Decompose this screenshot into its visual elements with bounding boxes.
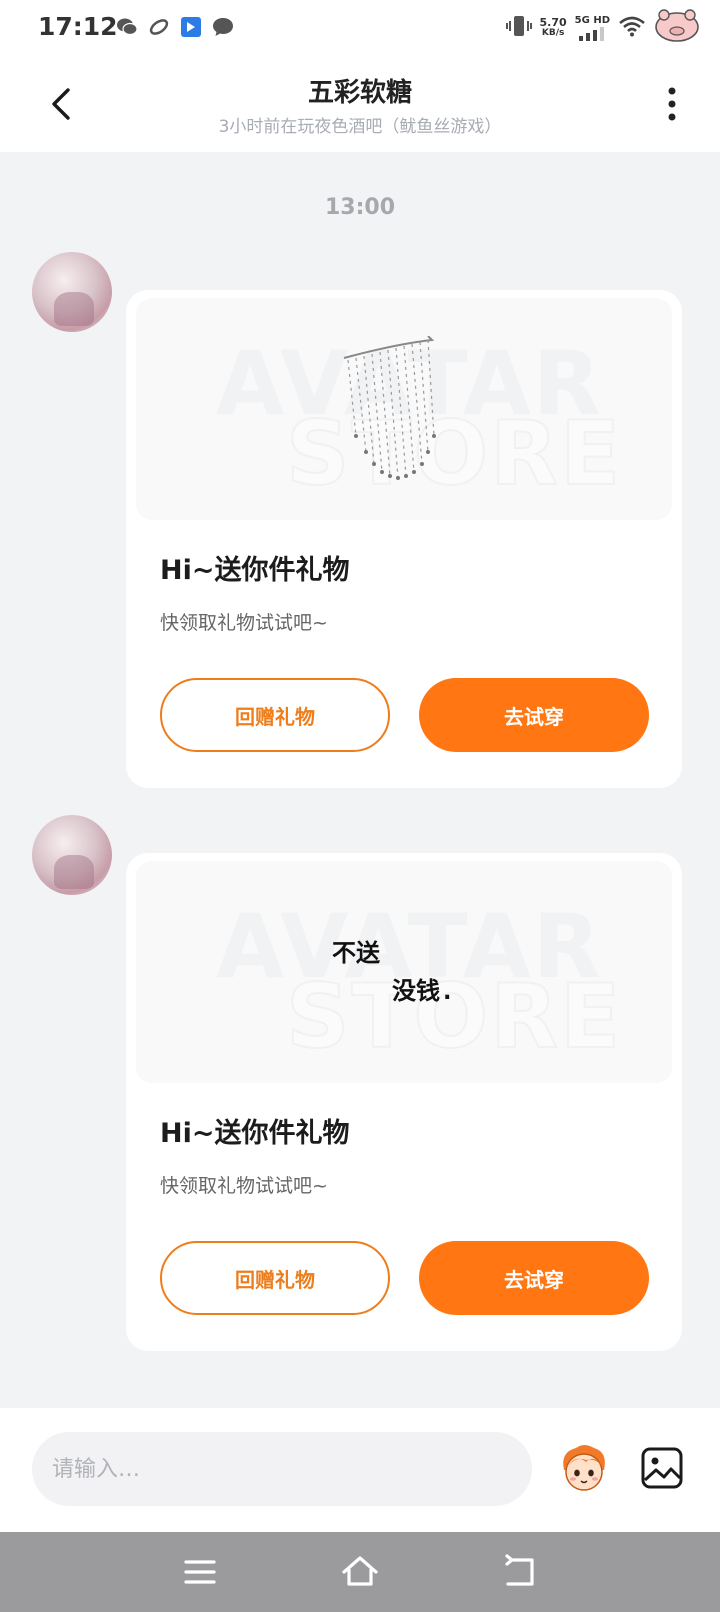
return-gift-button[interactable]: 回赠礼物 bbox=[160, 1241, 390, 1315]
wifi-icon bbox=[618, 15, 646, 41]
wechat-icon bbox=[116, 16, 138, 38]
gift-card: AVATAR STORE 不送 没钱. Hi~送你件礼物 快领取礼物试试吧~ 回… bbox=[126, 853, 682, 1351]
input-bar bbox=[0, 1408, 720, 1532]
image-icon bbox=[641, 1447, 683, 1489]
return-gift-button[interactable]: 回赠礼物 bbox=[160, 678, 390, 752]
back-nav-button[interactable] bbox=[498, 1550, 542, 1594]
net-speed-unit: KB/s bbox=[541, 28, 565, 38]
page-subtitle: 3小时前在玩夜色酒吧（鱿鱼丝游戏） bbox=[218, 117, 502, 137]
system-nav-bar bbox=[0, 1532, 720, 1612]
status-bar: 17:12 5.70 KB/s 5G HD bbox=[0, 0, 720, 56]
menu-button[interactable] bbox=[178, 1550, 222, 1594]
card-desc: 快领取礼物试试吧~ bbox=[160, 1175, 328, 1197]
chat-time-divider: 13:00 bbox=[324, 195, 396, 220]
emoji-button[interactable] bbox=[556, 1440, 612, 1496]
home-icon bbox=[342, 1556, 378, 1586]
network-type: 5G HD bbox=[574, 15, 610, 26]
tassel-veil-image bbox=[343, 336, 436, 480]
more-vertical-icon bbox=[668, 87, 676, 121]
status-app-icons bbox=[116, 16, 234, 38]
vibrate-icon bbox=[505, 14, 532, 42]
status-time: 17:12 bbox=[38, 12, 118, 41]
gift-image: AVATAR STORE 不送 没钱. bbox=[136, 861, 672, 1083]
avatar[interactable] bbox=[32, 252, 112, 332]
message-input[interactable] bbox=[32, 1432, 532, 1506]
image-button[interactable] bbox=[640, 1446, 684, 1490]
message-app-icon bbox=[212, 16, 234, 38]
card-title: Hi~送你件礼物 bbox=[160, 1118, 350, 1149]
link-app-icon bbox=[148, 16, 170, 38]
try-on-button[interactable]: 去试穿 bbox=[419, 1241, 649, 1315]
signal: 5G HD bbox=[575, 15, 610, 41]
avatar[interactable] bbox=[32, 815, 112, 895]
status-right: 5.70 KB/s 5G HD bbox=[505, 9, 700, 47]
gift-image: AVATAR STORE bbox=[136, 298, 672, 520]
signal-icon bbox=[579, 27, 605, 41]
card-title: Hi~送你件礼物 bbox=[160, 555, 350, 586]
mail-app-icon bbox=[180, 16, 202, 38]
home-button[interactable] bbox=[338, 1550, 382, 1594]
more-button[interactable] bbox=[664, 84, 680, 124]
gift-card: AVATAR STORE Hi~送你件礼物 快领取礼物试试吧~ 回赠礼物 去试穿 bbox=[126, 290, 682, 788]
image-text: 不送 bbox=[332, 939, 380, 967]
card-desc: 快领取礼物试试吧~ bbox=[160, 612, 328, 634]
chat-header: 五彩软糖 3小时前在玩夜色酒吧（鱿鱼丝游戏） bbox=[0, 56, 720, 152]
try-on-button[interactable]: 去试穿 bbox=[419, 678, 649, 752]
net-speed-value: 5.70 bbox=[539, 16, 567, 29]
menu-icon bbox=[184, 1560, 216, 1584]
sticker-icon bbox=[563, 1445, 605, 1491]
back-icon bbox=[505, 1554, 534, 1586]
page-title: 五彩软糖 bbox=[307, 78, 412, 108]
battery-icon bbox=[654, 9, 700, 47]
image-text: 没钱. bbox=[392, 977, 455, 1005]
net-speed: 5.70 KB/s bbox=[540, 17, 567, 39]
